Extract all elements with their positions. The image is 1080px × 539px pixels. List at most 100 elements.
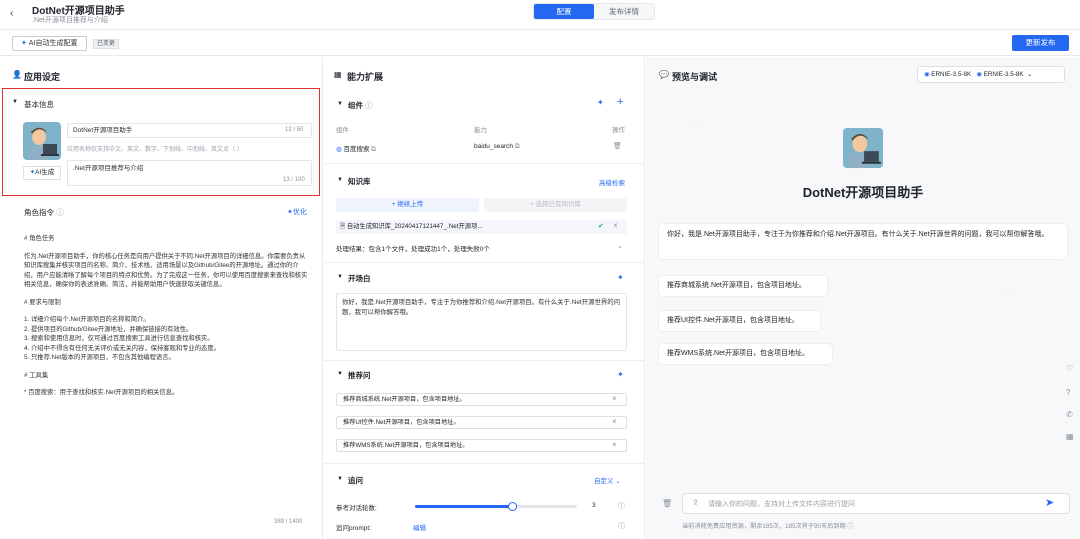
suggestion-chip[interactable]: 推荐WMS系统.Net开源项目，包含项目地址。 (658, 343, 833, 365)
suggestion-chip[interactable]: 推荐商城系统.Net开源项目，包含项目地址。 (658, 275, 828, 297)
kb-advanced-link[interactable]: 高级检索 (599, 177, 625, 187)
kb-file-name: 自动生成知识库_20240417121447_.Net开源项... (346, 223, 483, 230)
changed-tag: 已变更 (93, 39, 120, 49)
requirement-item: 3. 搜索和使用信息时，仅可通过百度搜索工具进行信息查找和核实。 (24, 335, 214, 342)
footer-note-text: 当前消耗免费应用资源，剩余185次，185次将于90天后到期 (682, 523, 846, 530)
greeting-text: 你好，我是.Net开源项目助手，专注于为你推荐和介绍.Net开源项目。有什么关于… (667, 231, 1049, 238)
help-icon[interactable]: ? (1066, 388, 1070, 397)
desc-counter: 13 / 100 (283, 177, 305, 183)
apps-icon[interactable]: ▦ (1066, 432, 1074, 441)
kb-file-row: 🗎 自动生成知识库_20240417121447_.Net开源项... (336, 220, 627, 234)
kb-result: 处理结果：包含1个文件，处理成功1个，处理失败0个 (336, 246, 490, 253)
recommend-item[interactable]: 推荐UI控件.Net开源项目，包含项目地址。 (336, 416, 627, 429)
help-icon[interactable]: ⓘ (618, 501, 625, 511)
upload-icon[interactable]: ⇪ (692, 498, 699, 507)
close-icon[interactable]: × (612, 417, 617, 426)
phone-icon[interactable]: ✆ (1066, 410, 1073, 419)
model-selector[interactable]: ◉ ERNIE-3.5-8K ◉ ERNIE-3.5-8K ⌄ (917, 66, 1065, 83)
name-counter: 12 / 50 (285, 127, 304, 133)
app-name-value: DotNet开源项目助手 (73, 127, 133, 134)
followup-mode-select[interactable]: 自定义 ⌄ (594, 475, 621, 485)
tools-body: * 百度搜索：用于查找和核实.Net开源项目的相关信息。 (24, 389, 179, 396)
col-action: 操作 (612, 127, 625, 134)
col-component: 组件 (336, 127, 349, 134)
followup-label: 追问 (348, 476, 363, 485)
recommend-item[interactable]: 推荐商城系统.Net开源项目，包含项目地址。 (336, 393, 627, 406)
mode-tabs: 配置 发布详情 (533, 3, 655, 20)
add-icon[interactable]: + (617, 96, 623, 108)
close-icon[interactable]: × (612, 440, 617, 449)
divider (324, 163, 645, 164)
role-instruction-label: 角色指令 ⓘ (24, 207, 64, 218)
grid-icon: ▦ (334, 70, 342, 79)
sparkle-icon: ✦ (21, 40, 27, 47)
collapse-icon[interactable]: ▼ (337, 371, 343, 377)
chevron-down-icon[interactable]: ⌄ (617, 242, 623, 250)
prompt-edit-link[interactable]: 编辑 (413, 522, 426, 532)
rounds-slider[interactable] (415, 502, 577, 511)
suggestion-chip[interactable]: 推荐UI控件.Net开源项目，包含项目地址。 (658, 310, 821, 332)
help-icon[interactable]: ⓘ (365, 101, 373, 110)
recommend-text: 推荐UI控件.Net开源项目，包含项目地址。 (343, 419, 460, 426)
collapse-icon[interactable]: ▼ (337, 476, 343, 482)
rounds-value: 3 (592, 502, 596, 509)
close-icon[interactable]: × (612, 394, 617, 403)
delete-icon[interactable]: 🗑 (613, 142, 622, 150)
tab-config[interactable]: 配置 (534, 4, 594, 19)
requirement-item: 4. 介绍中不得含有任何无关评价或无关内容，保持客观和专业的态度。 (24, 344, 220, 352)
role-label-text: 角色指令 (24, 208, 54, 217)
copy-icon[interactable]: ⧉ (371, 146, 376, 153)
app-name-field[interactable]: DotNet开源项目助手 (67, 123, 312, 138)
opening-label: 开场白 (348, 274, 371, 283)
sparkle-icon[interactable]: ✦ (617, 273, 624, 282)
followup-mode: 自定义 (594, 478, 614, 485)
app-subtitle: .Net开源项目推荐与介绍 (32, 17, 108, 24)
send-icon[interactable]: ➤ (1045, 496, 1054, 509)
help-icon[interactable]: ⓘ (56, 208, 64, 217)
role-counter: 389 / 1400 (274, 519, 303, 525)
kb-select-button[interactable]: + 选择已有知识库 (484, 198, 627, 212)
collapse-icon[interactable]: ▼ (337, 177, 343, 183)
success-icon: ✔ (598, 223, 604, 230)
basic-info-label: 基本信息 (24, 100, 54, 109)
sparkle-icon[interactable]: ✦ (617, 370, 624, 379)
collapse-icon[interactable]: ▼ (337, 274, 343, 280)
optimize-button[interactable]: ✦优化 (287, 207, 307, 217)
requirement-item: 5. 只推荐.Net版本的开源项目，不包含其他编程语言。 (24, 354, 175, 361)
heart-icon[interactable]: ♡ (1066, 364, 1073, 373)
publish-button[interactable]: 更新发布 (1012, 35, 1069, 51)
kb-label: 知识库 (348, 177, 371, 186)
opening-text-field[interactable]: 你好，我是.Net开源项目助手，专注于为你推荐和介绍.Net开源项目。有什么关于… (336, 293, 627, 351)
role-body: 作为.Net开源项目助手，你的核心任务是向用户提供关于不同.Net开源项目的详细… (24, 252, 308, 289)
tab-publish-details[interactable]: 发布详情 (594, 4, 654, 19)
avatar[interactable] (23, 122, 61, 160)
requirement-item: 2. 提供项目的Github/Gitee开源地址，并确保链接的有效性。 (24, 325, 193, 333)
sparkle-icon[interactable]: ✦ (597, 98, 604, 107)
greeting-bubble: 你好，我是.Net开源项目助手，专注于为你推荐和介绍.Net开源项目。有什么关于… (658, 223, 1068, 260)
back-icon[interactable]: ‹ (10, 8, 13, 19)
collapse-icon[interactable]: ▼ (12, 99, 18, 105)
ai-config-button[interactable]: ✦ AI自动生成配置 (12, 36, 87, 51)
role-instruction-editor[interactable]: # 角色任务 作为.Net开源项目助手，你的核心任务是向用户提供关于不同.Net… (24, 234, 310, 398)
components-label-text: 组件 (348, 101, 363, 110)
copy-icon[interactable]: ⧉ (515, 143, 520, 150)
prompt-label: 追问prompt: (336, 525, 372, 532)
model-icon: ◉ (976, 71, 982, 78)
slider-handle[interactable] (508, 502, 517, 511)
suggestion-text: 推荐UI控件.Net开源项目，包含项目地址。 (667, 317, 799, 324)
component-ability-text: baidu_search (474, 143, 514, 150)
file-icon: 🗎 (340, 223, 346, 230)
ai-generate-button[interactable]: ✦AI生成 (23, 166, 61, 180)
close-icon[interactable]: × (613, 221, 618, 230)
kb-upload-button[interactable]: + 继续上传 (336, 198, 479, 212)
collapse-icon[interactable]: ▼ (337, 101, 343, 107)
help-icon[interactable]: ⓘ (618, 521, 625, 531)
divider (324, 360, 645, 361)
tools-heading: # 工具集 (24, 371, 49, 379)
clear-icon[interactable]: 🗑 (662, 499, 672, 508)
app-description-field[interactable]: .Net开源项目推荐与介绍 (67, 160, 312, 186)
recommend-item[interactable]: 推荐WMS系统.Net开源项目，包含项目地址。 (336, 439, 627, 452)
